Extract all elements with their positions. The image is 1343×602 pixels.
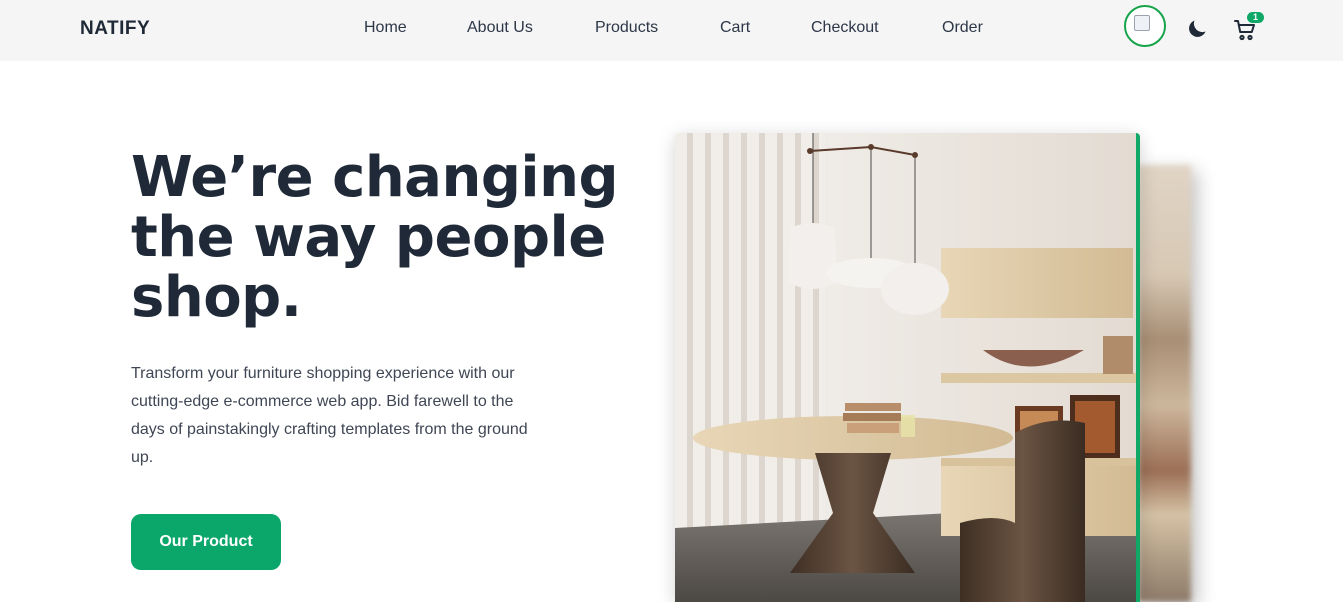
nav-link-order[interactable]: Order — [942, 19, 983, 37]
hero-title: We’re changing the way people shop. — [131, 145, 619, 330]
nav-link-about-us[interactable]: About Us — [467, 19, 533, 37]
our-product-button[interactable]: Our Product — [131, 514, 281, 570]
nav-link-home[interactable]: Home — [364, 19, 407, 37]
avatar-broken-image-icon — [1134, 15, 1150, 31]
nav-link-checkout[interactable]: Checkout — [811, 19, 879, 37]
hero-image-secondary — [1138, 165, 1191, 602]
hero-image — [675, 133, 1140, 602]
navbar: NATIFY Home About Us Products Cart Check… — [0, 0, 1343, 61]
avatar[interactable] — [1124, 5, 1166, 47]
hero-description: Transform your furniture shopping experi… — [131, 365, 528, 466]
cart-count-badge: 1 — [1247, 12, 1264, 23]
nav-link-products[interactable]: Products — [595, 19, 658, 37]
moon-icon[interactable] — [1185, 17, 1209, 41]
nav-link-cart[interactable]: Cart — [720, 19, 750, 37]
